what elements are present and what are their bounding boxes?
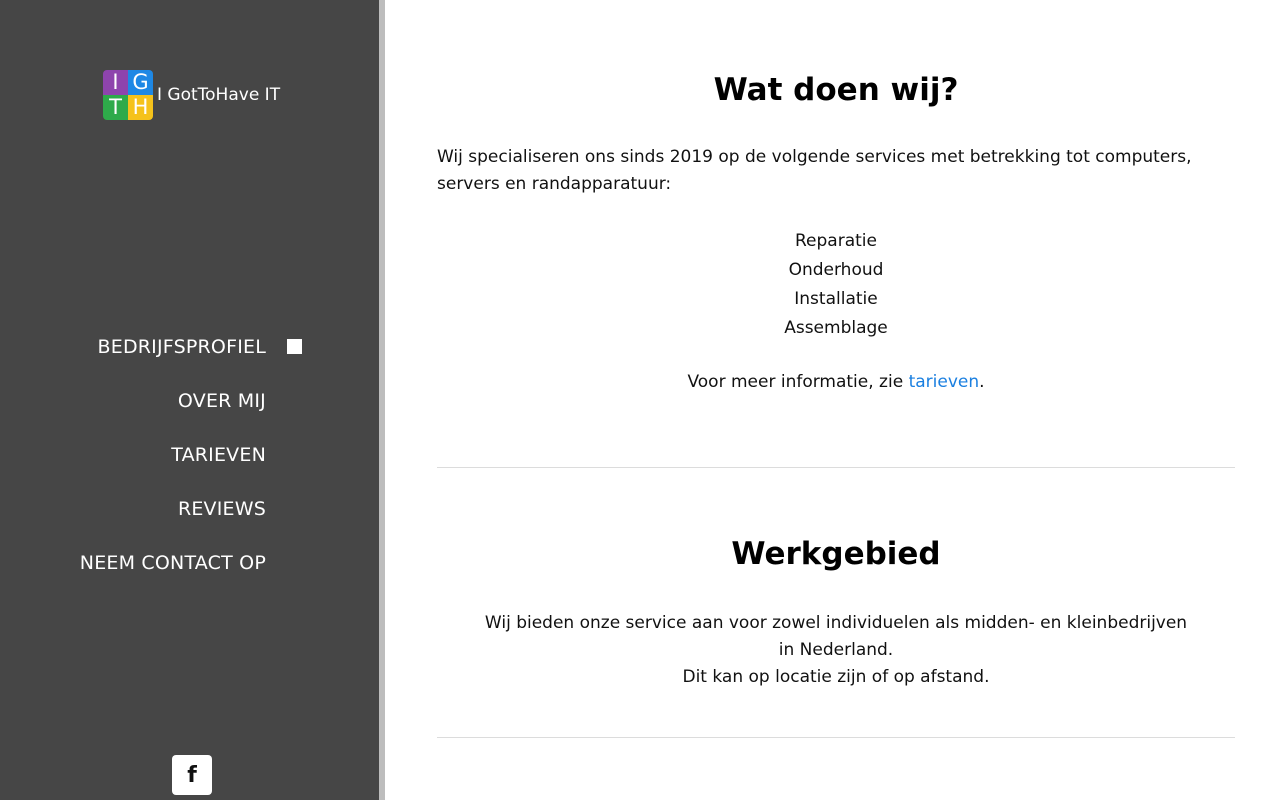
- facebook-button[interactable]: f: [172, 755, 212, 795]
- logo-letter-i: I: [103, 70, 128, 95]
- logo-letter-g: G: [128, 70, 153, 95]
- nav-item-bedrijfsprofiel[interactable]: BEDRIJFSPROFIEL: [0, 331, 266, 385]
- logo-letter-t: T: [103, 95, 128, 120]
- more-info-prefix: Voor meer informatie, zie: [687, 372, 909, 392]
- nav-item-over-mij[interactable]: OVER MIJ: [0, 385, 266, 439]
- more-info-suffix: .: [979, 372, 985, 392]
- sidebar: I G T H I GotToHave IT BEDRIJFSPROFIEL O…: [0, 0, 379, 800]
- main-content: Wat doen wij? Wij specialiseren ons sind…: [385, 0, 1280, 800]
- more-info-text: Voor meer informatie, zie tarieven.: [437, 369, 1235, 396]
- list-item: Assemblage: [784, 318, 888, 338]
- brand-logo-link[interactable]: I G T H I GotToHave IT: [103, 70, 280, 120]
- tarieven-link[interactable]: tarieven: [909, 372, 980, 392]
- services-intro: Wij specialiseren ons sinds 2019 op de v…: [437, 147, 1192, 194]
- section-title-werkgebied: Werkgebied: [731, 536, 941, 572]
- section-werkgebied: Werkgebied Wij bieden onze service aan v…: [437, 536, 1235, 691]
- section-services: Wat doen wij? Wij specialiseren ons sind…: [437, 72, 1235, 396]
- werkgebied-line-1: Wij bieden onze service aan voor zowel i…: [484, 613, 1188, 660]
- nav-item-reviews[interactable]: REVIEWS: [0, 493, 266, 547]
- active-nav-marker: [287, 339, 302, 354]
- logo-letter-h: H: [128, 95, 153, 120]
- brand-logo-icon: I G T H: [103, 70, 153, 120]
- section-divider: [437, 467, 1235, 468]
- section-divider: [437, 737, 1235, 738]
- werkgebied-line-2: Dit kan op locatie zijn of op afstand.: [682, 667, 990, 687]
- brand-name: I GotToHave IT: [157, 85, 281, 105]
- nav-item-neem-contact-op[interactable]: NEEM CONTACT OP: [0, 547, 266, 601]
- facebook-icon: f: [187, 762, 197, 788]
- nav-item-tarieven[interactable]: TARIEVEN: [0, 439, 266, 493]
- section-title-services: Wat doen wij?: [713, 72, 959, 108]
- list-item: Reparatie: [795, 231, 877, 251]
- main-navigation: BEDRIJFSPROFIEL OVER MIJ TARIEVEN REVIEW…: [0, 331, 266, 601]
- list-item: Installatie: [794, 289, 878, 309]
- list-item: Onderhoud: [788, 260, 884, 280]
- services-list: Reparatie Onderhoud Installatie Assembla…: [437, 227, 1235, 343]
